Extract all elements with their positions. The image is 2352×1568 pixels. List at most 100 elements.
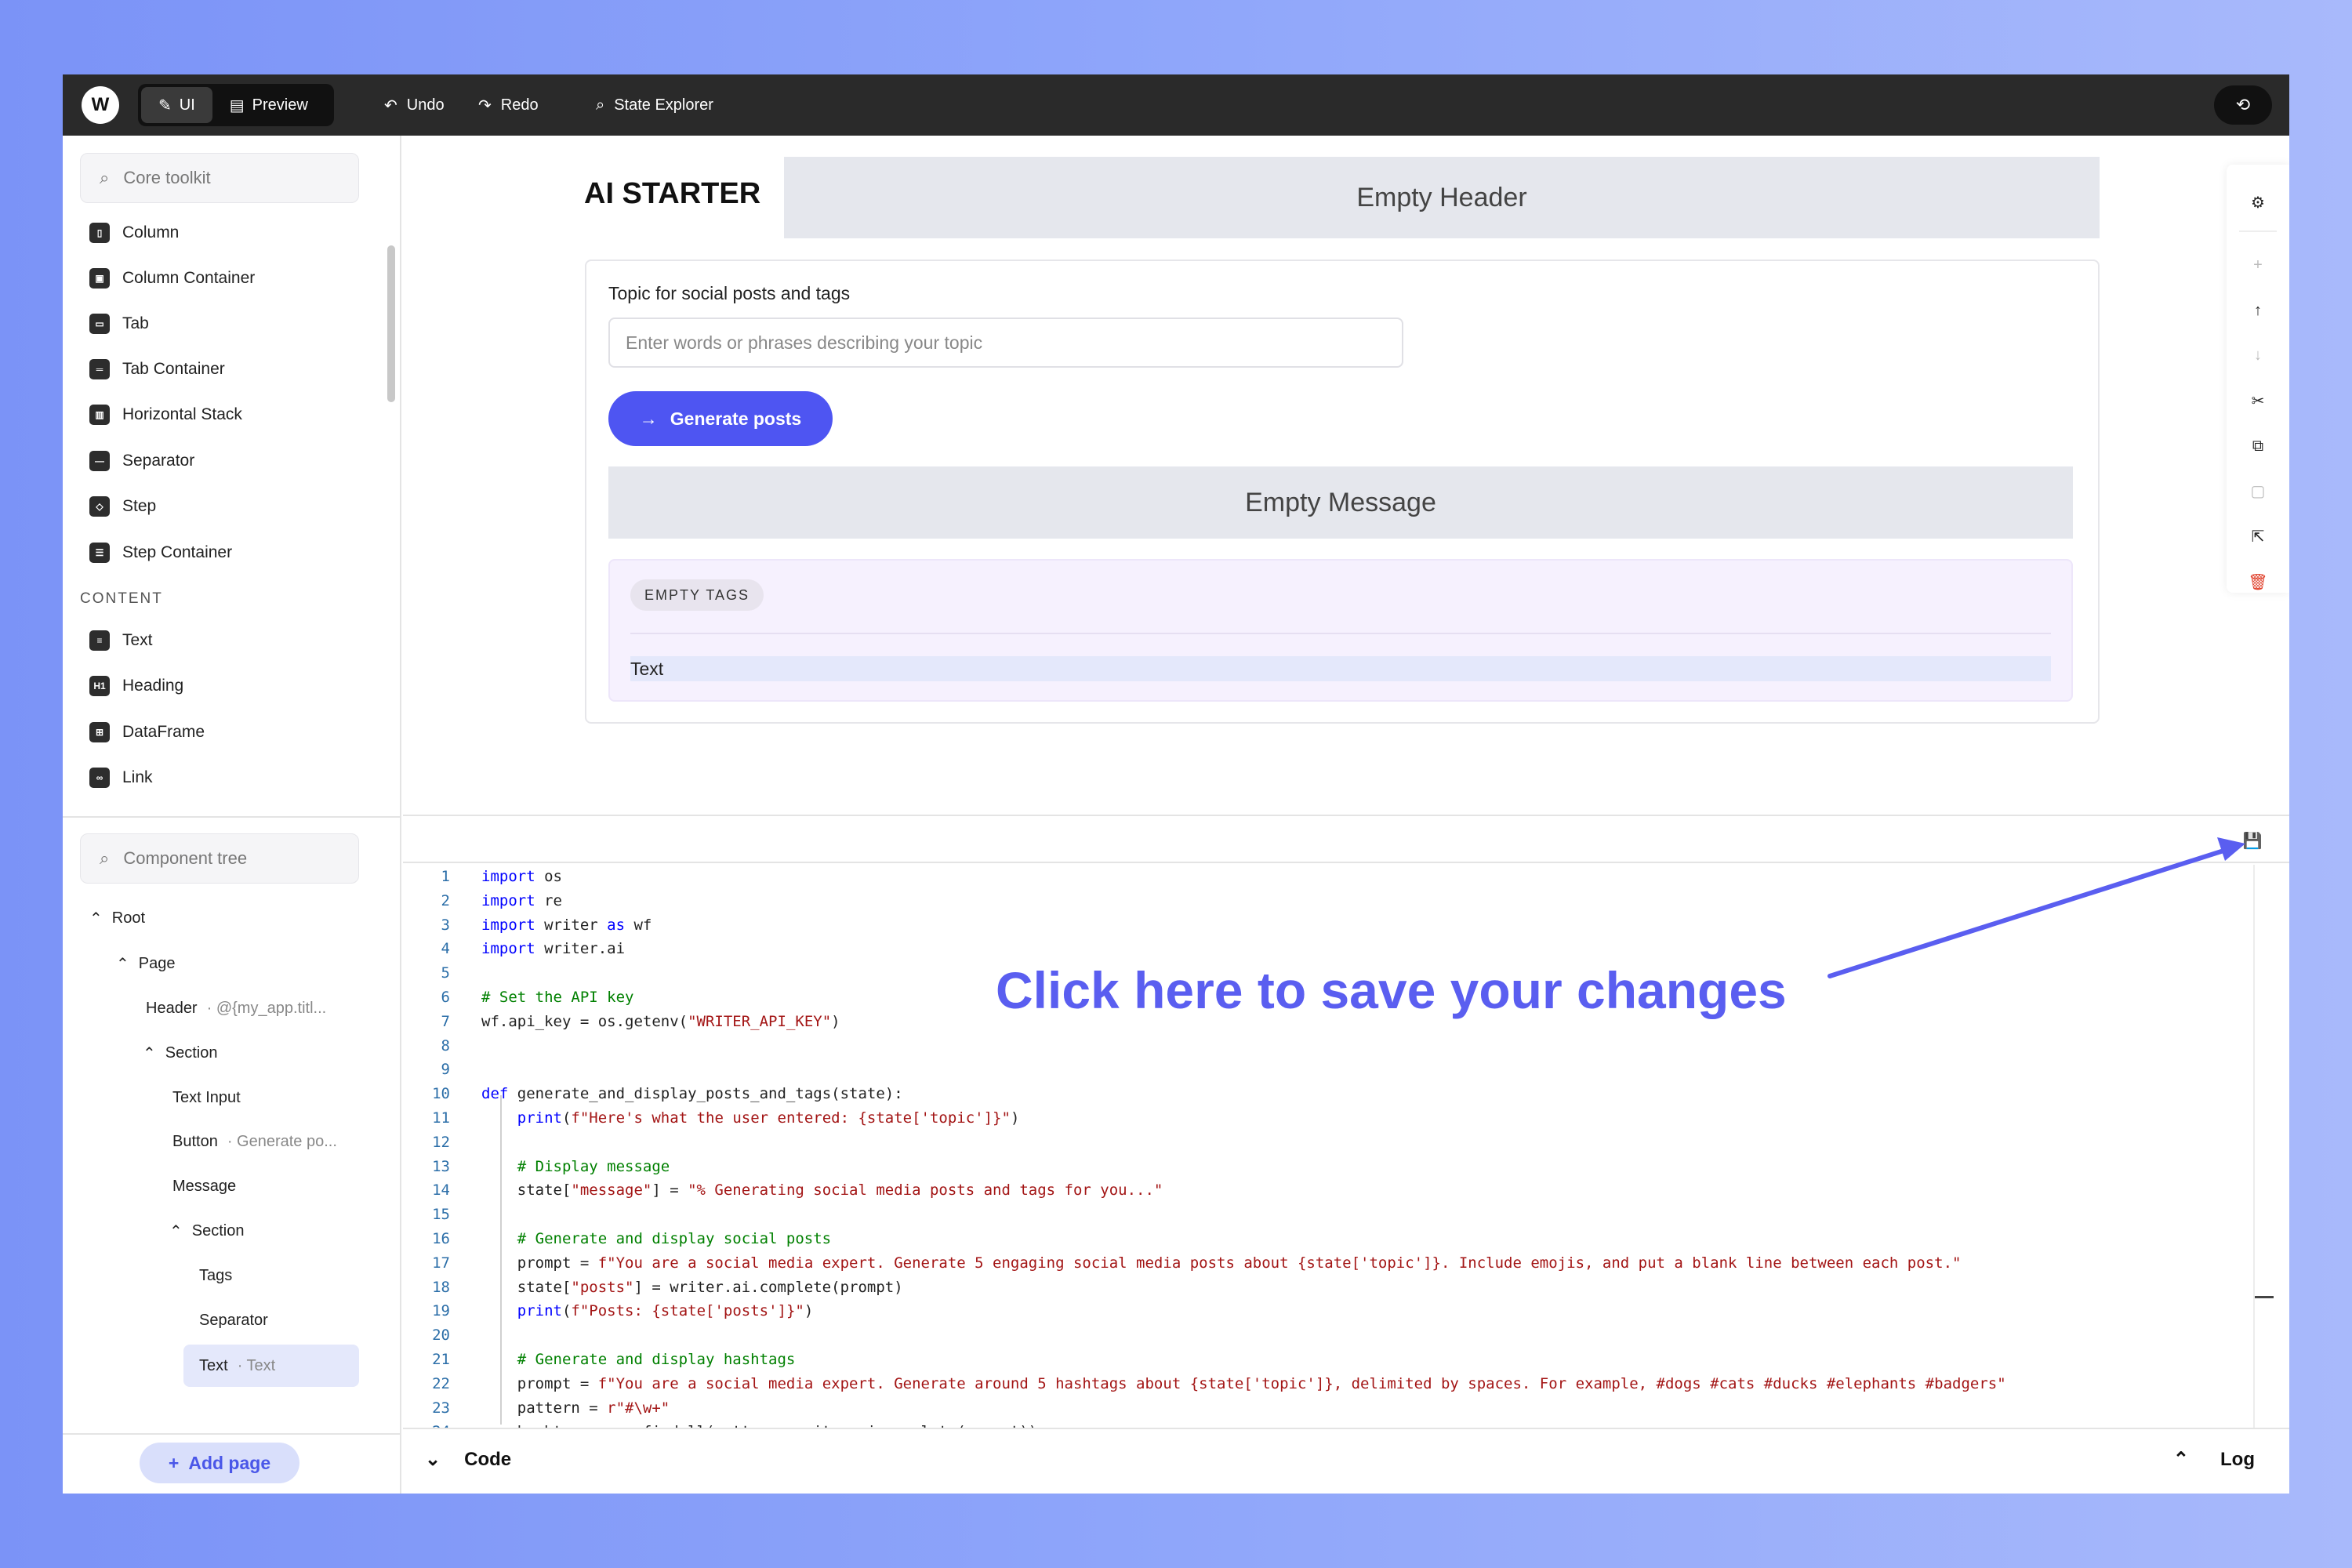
toolkit-search-placeholder: Core toolkit	[123, 168, 211, 187]
toolkit-item-column-container[interactable]: ▣ Column Container	[89, 263, 255, 294]
sync-icon: ⟲	[2235, 95, 2251, 114]
line-number: 5	[441, 964, 450, 982]
tree-item-label: Separator	[199, 1311, 268, 1329]
move-down-button[interactable]: ↓	[2227, 339, 2289, 371]
toolbar-divider	[2239, 230, 2277, 232]
top-bar: W ✎ UI ▤ Preview ↶ Undo ↷ Redo ⌕ State E…	[63, 74, 2289, 136]
toolkit-item-step[interactable]: ◇ Step	[89, 491, 156, 522]
tree-item-message[interactable]: Message	[172, 1171, 236, 1202]
toolkit-item-column[interactable]: ▯ Column	[89, 217, 179, 249]
add-button[interactable]: +	[2227, 249, 2289, 281]
line-number: 11	[432, 1109, 450, 1127]
tree-item-text-input[interactable]: Text Input	[172, 1082, 241, 1113]
code-line-text: print(f"Posts: {state['posts']}")	[517, 1302, 814, 1320]
cut-button[interactable]: ✂	[2227, 385, 2289, 416]
move-up-button[interactable]: ↑	[2227, 295, 2289, 326]
header-component[interactable]: Empty Header	[784, 157, 2100, 238]
component-tree-search-input[interactable]: ⌕ Component tree	[80, 833, 359, 884]
tree-item-text[interactable]: Text · Text	[199, 1350, 275, 1381]
code-line-text: prompt = f"You are a social media expert…	[481, 1374, 2006, 1392]
log-toggle[interactable]: ⌃ Log	[2173, 1448, 2255, 1471]
tree-item-section[interactable]: ⌃ Section	[143, 1037, 217, 1069]
line-number: 4	[441, 940, 450, 958]
toolkit-search-input[interactable]: ⌕ Core toolkit	[80, 153, 359, 203]
copy-icon: ⧉	[2252, 437, 2264, 455]
toolkit-item-link[interactable]: ∞ Link	[89, 762, 153, 793]
tree-item-separator[interactable]: Separator	[199, 1305, 268, 1336]
line-number: 15	[432, 1206, 450, 1224]
toolkit-item-step-container[interactable]: ☰ Step Container	[89, 537, 232, 568]
add-page-label: Add page	[188, 1452, 271, 1473]
plus-icon: +	[168, 1452, 180, 1473]
toolkit-item-tab[interactable]: ▭ Tab	[89, 308, 149, 339]
line-number: 10	[432, 1085, 450, 1103]
toolkit-item-dataframe[interactable]: ⊞ DataFrame	[89, 717, 205, 748]
toolkit-item-horizontal-stack[interactable]: ▥ Horizontal Stack	[89, 399, 242, 430]
message-component[interactable]: Empty Message	[608, 466, 2073, 539]
mode-switcher: ✎ UI ▤ Preview	[138, 84, 334, 126]
trash-icon: 🗑	[2248, 573, 2268, 591]
code-line-text: prompt = f"You are a social media expert…	[481, 1254, 1962, 1272]
mode-ui-label: UI	[179, 96, 195, 114]
code-editor[interactable]: 1 import os 2 import re 3 import writer as wf…	[403, 865, 2253, 1428]
undo-button[interactable]: ↶ Undo	[384, 85, 445, 125]
tree-item-header[interactable]: Header · @{my_app.titl...	[146, 993, 326, 1024]
save-button[interactable]: 💾	[2239, 827, 2266, 854]
dataframe-icon: ⊞	[89, 722, 110, 742]
code-scrollbar-track[interactable]	[2253, 865, 2255, 1428]
paste-button[interactable]: ▢	[2227, 475, 2289, 506]
horizontal-stack-icon: ▥	[89, 405, 110, 425]
arrow-right-icon: →	[639, 408, 658, 429]
tags-component[interactable]: EMPTY TAGS	[630, 579, 764, 611]
tree-item-label: Tags	[199, 1266, 233, 1284]
section-component[interactable]: Topic for social posts and tags → Genera…	[585, 260, 2100, 724]
toolkit-item-label: Column	[122, 223, 180, 241]
code-panel-header: 💾	[403, 818, 2289, 863]
toolkit-item-heading[interactable]: H1 Heading	[89, 670, 183, 702]
code-line: 5	[403, 961, 450, 985]
generate-posts-button[interactable]: → Generate posts	[608, 391, 833, 446]
sync-button[interactable]: ⟲	[2214, 85, 2272, 125]
go-to-parent-button[interactable]: ⇱	[2227, 521, 2289, 552]
toolkit-item-text[interactable]: ≡ Text	[89, 625, 153, 656]
line-number: 22	[432, 1374, 450, 1392]
heading-icon: H1	[89, 676, 110, 696]
builder-canvas: AI STARTER Empty Header Topic for social…	[403, 136, 2289, 816]
code-line: 17 prompt = f"You are a social media exp…	[403, 1251, 1961, 1275]
add-page-button[interactable]: + Add page	[140, 1443, 299, 1483]
code-line: 13 # Display message	[403, 1155, 670, 1178]
tree-item-label: Section	[165, 1044, 218, 1062]
toolkit-item-separator[interactable]: — Separator	[89, 445, 194, 477]
inner-section-component[interactable]: EMPTY TAGS Text	[608, 559, 2073, 702]
toolkit-scrollbar[interactable]	[387, 245, 395, 402]
text-component[interactable]: Text	[630, 656, 2051, 681]
code-toggle[interactable]: ⌄ Code	[425, 1448, 511, 1471]
tree-item-root[interactable]: ⌃ Root	[89, 902, 145, 934]
tree-item-button[interactable]: Button · Generate po...	[172, 1126, 337, 1157]
delete-button[interactable]: 🗑	[2227, 566, 2289, 597]
tree-item-page[interactable]: ⌃ Page	[116, 948, 175, 979]
tree-item-tags[interactable]: Tags	[199, 1260, 232, 1291]
code-line: 19 print(f"Posts: {state['posts']}")	[403, 1299, 813, 1323]
copy-button[interactable]: ⧉	[2227, 430, 2289, 462]
code-line-text: # Display message	[481, 1157, 670, 1175]
mode-ui-button[interactable]: ✎ UI	[141, 87, 212, 123]
app-window: W ✎ UI ▤ Preview ↶ Undo ↷ Redo ⌕ State E…	[63, 74, 2289, 1494]
tree-item-label: Root	[111, 909, 146, 927]
code-line: 3 import writer as wf	[403, 913, 652, 937]
magnifier-icon: ⌕	[596, 96, 605, 114]
settings-button[interactable]: ⚙	[2227, 187, 2289, 218]
mode-preview-button[interactable]: ▤ Preview	[212, 87, 325, 123]
topic-input[interactable]	[608, 318, 1403, 368]
separator-component[interactable]	[630, 633, 2051, 634]
tree-item-section-inner[interactable]: ⌃ Section	[169, 1215, 244, 1247]
toolkit-item-tab-container[interactable]: ═ Tab Container	[89, 354, 225, 385]
component-tree-search-placeholder: Component tree	[123, 848, 248, 868]
state-explorer-button[interactable]: ⌕ State Explorer	[596, 85, 713, 125]
code-line-text: state["posts"] = writer.ai.complete(prom…	[481, 1278, 903, 1296]
line-number: 13	[432, 1157, 450, 1175]
code-line: 6 # Set the API key	[403, 985, 634, 1009]
clipboard-icon: ▢	[2250, 482, 2266, 500]
redo-button[interactable]: ↷ Redo	[478, 85, 539, 125]
state-explorer-label: State Explorer	[614, 96, 713, 114]
